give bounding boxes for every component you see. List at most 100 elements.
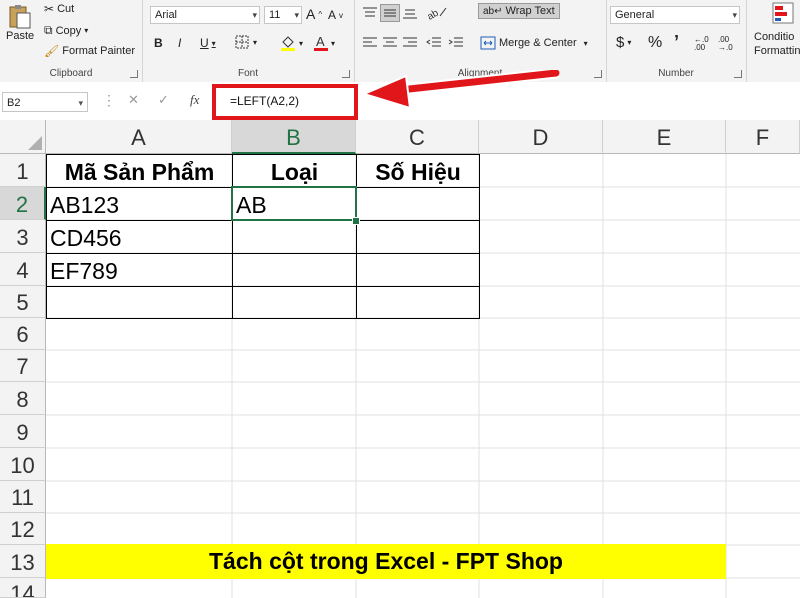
cell-c4[interactable] xyxy=(356,253,480,287)
row-header-2[interactable]: 2 xyxy=(0,187,46,220)
merge-center-button[interactable]: Merge & Center ▾ xyxy=(480,36,588,50)
column-header-d[interactable]: D xyxy=(479,120,603,154)
more-options-icon[interactable]: ⋮ xyxy=(102,92,116,109)
font-name-value: Arial xyxy=(155,9,178,21)
row-header-11[interactable]: 11 xyxy=(0,481,46,513)
format-painter-label: Format Painter xyxy=(62,45,135,57)
grow-font-button[interactable]: A ^ xyxy=(306,6,322,22)
shrink-font-icon: A xyxy=(328,8,337,22)
clipboard-group-label: Clipboard xyxy=(49,68,93,79)
decrease-decimal-icon: .00 →.0 xyxy=(718,35,733,52)
borders-button[interactable]: ▾ xyxy=(234,34,257,50)
cell-c3[interactable] xyxy=(356,220,480,254)
cell-b2[interactable]: AB xyxy=(232,187,357,221)
cell-a5[interactable] xyxy=(46,286,233,319)
increase-decimal-button[interactable]: ←.0.00 xyxy=(694,36,709,52)
row-header-10[interactable]: 10 xyxy=(0,448,46,481)
cell-b1[interactable]: Loại xyxy=(232,154,357,188)
decrease-decimal-button[interactable]: .00 →.0 xyxy=(718,36,733,52)
number-group-label: Number xyxy=(658,68,694,79)
row-header-7[interactable]: 7 xyxy=(0,350,46,382)
font-color-button[interactable]: A ▾ xyxy=(314,34,335,52)
cell-c1[interactable]: Số Hiệu xyxy=(356,154,480,188)
row-header-8[interactable]: 8 xyxy=(0,382,46,415)
name-box-value: B2 xyxy=(7,97,21,109)
insert-function-icon[interactable]: fx xyxy=(190,92,199,108)
percent-button[interactable]: % xyxy=(648,34,662,52)
row-header-9[interactable]: 9 xyxy=(0,415,46,448)
fill-handle[interactable] xyxy=(352,217,360,225)
dollar-icon: $ xyxy=(616,34,625,51)
conditional-formatting-label-1: Conditio xyxy=(754,31,795,43)
borders-icon xyxy=(235,35,249,49)
alignment-launcher-icon[interactable] xyxy=(594,70,602,78)
select-all-button[interactable] xyxy=(0,120,46,154)
fill-color-button[interactable]: ▾ xyxy=(280,34,303,52)
underline-button[interactable]: U ▾ xyxy=(200,36,216,50)
title-banner[interactable]: Tách cột trong Excel - FPT Shop xyxy=(46,544,726,579)
chevron-down-icon: ▾ xyxy=(78,98,83,108)
paste-icon xyxy=(9,5,31,29)
align-left-icon[interactable] xyxy=(362,36,378,50)
bold-button[interactable]: B xyxy=(154,36,163,50)
font-group-label: Font xyxy=(237,68,258,79)
wrap-text-label: Wrap Text xyxy=(505,5,555,17)
italic-button[interactable]: I xyxy=(178,36,181,50)
paste-button[interactable]: Paste xyxy=(6,4,34,42)
row-header-3[interactable]: 3 xyxy=(0,220,46,253)
align-right-icon[interactable] xyxy=(402,36,418,50)
cell-c5[interactable] xyxy=(356,286,480,319)
number-launcher-icon[interactable] xyxy=(734,70,742,78)
shrink-font-button[interactable]: Av xyxy=(328,8,343,22)
row-header-12[interactable]: 12 xyxy=(0,513,46,545)
decrease-indent-icon[interactable] xyxy=(426,36,442,50)
clipboard-launcher-icon[interactable] xyxy=(130,70,138,78)
cut-button[interactable]: ✂ Cut xyxy=(44,2,74,16)
conditional-formatting-button[interactable]: Conditio Formattin xyxy=(754,30,800,58)
red-arrow-icon xyxy=(363,70,560,109)
cell-b4[interactable] xyxy=(232,253,357,287)
cell-c2[interactable] xyxy=(356,187,480,221)
font-name-combo[interactable]: Arial ▾ xyxy=(150,6,260,24)
row-header-14[interactable]: 14 xyxy=(0,578,46,598)
align-middle-icon[interactable] xyxy=(380,4,400,22)
column-header-c[interactable]: C xyxy=(356,120,479,154)
column-header-f[interactable]: F xyxy=(726,120,800,154)
fill-bucket-icon xyxy=(281,36,295,51)
cell-a2[interactable]: AB123 xyxy=(46,187,233,221)
row-header-4[interactable]: 4 xyxy=(0,253,46,286)
column-header-b[interactable]: B xyxy=(232,120,356,154)
row-header-6[interactable]: 6 xyxy=(0,318,46,350)
cell-a3[interactable]: CD456 xyxy=(46,220,233,254)
column-header-a[interactable]: A xyxy=(46,120,232,154)
paste-label: Paste xyxy=(6,30,35,42)
align-bottom-icon[interactable] xyxy=(402,6,418,20)
font-launcher-icon[interactable] xyxy=(342,70,350,78)
wrap-text-button[interactable]: ab↵ Wrap Text xyxy=(478,3,560,19)
comma-button[interactable]: ’ xyxy=(674,32,679,53)
format-painter-button[interactable]: 🖌 Format Painter xyxy=(44,44,135,58)
cell-b5[interactable] xyxy=(232,286,357,319)
conditional-formatting-icon[interactable] xyxy=(772,2,794,24)
row-header-5[interactable]: 5 xyxy=(0,286,46,318)
font-size-combo[interactable]: 11 ▾ xyxy=(264,6,302,24)
svg-text:A: A xyxy=(316,34,325,49)
cell-b3[interactable] xyxy=(232,220,357,254)
orientation-icon[interactable]: ab xyxy=(426,4,448,20)
confirm-icon[interactable]: ✓ xyxy=(158,92,169,108)
number-format-combo[interactable]: General ▾ xyxy=(610,6,740,24)
copy-button[interactable]: ⧉ Copy ▾ xyxy=(44,23,88,38)
name-box[interactable]: B2 ▾ xyxy=(2,92,88,112)
copy-icon: ⧉ xyxy=(44,23,53,37)
align-top-icon[interactable] xyxy=(362,6,378,20)
cell-a4[interactable]: EF789 xyxy=(46,253,233,287)
column-header-e[interactable]: E xyxy=(603,120,726,154)
row-header-13[interactable]: 13 xyxy=(0,545,46,578)
increase-indent-icon[interactable] xyxy=(448,36,464,50)
clipboard-group: Paste ✂ Cut ⧉ Copy ▾ 🖌 Format Painter Cl… xyxy=(0,0,143,82)
cancel-icon[interactable]: ✕ xyxy=(128,92,139,108)
currency-button[interactable]: $ ▾ xyxy=(616,34,631,51)
align-center-icon[interactable] xyxy=(382,36,398,50)
row-header-1[interactable]: 1 xyxy=(0,154,46,187)
cell-a1[interactable]: Mã Sản Phẩm xyxy=(46,154,233,188)
